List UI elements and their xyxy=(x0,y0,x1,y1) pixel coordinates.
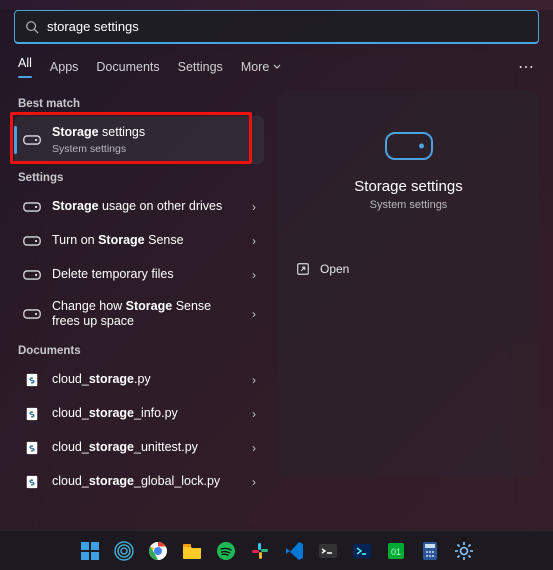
taskbar-app-broadcast[interactable] xyxy=(110,537,138,565)
chevron-right-icon: › xyxy=(252,441,256,455)
result-title: cloud_storage_global_lock.py xyxy=(52,474,242,490)
tab-apps[interactable]: Apps xyxy=(50,60,79,74)
settings-result[interactable]: Storage usage on other drives › xyxy=(14,190,264,224)
result-title: cloud_storage.py xyxy=(52,372,242,388)
taskbar-app-matrix[interactable]: 01 xyxy=(382,537,410,565)
taskbar-app-chrome[interactable] xyxy=(144,537,172,565)
svg-text:01: 01 xyxy=(390,547,400,557)
chevron-right-icon: › xyxy=(252,407,256,421)
tab-more[interactable]: More xyxy=(241,60,281,74)
preview-title: Storage settings xyxy=(354,178,462,195)
document-result[interactable]: cloud_storage_unittest.py › xyxy=(14,431,264,465)
chevron-right-icon: › xyxy=(252,268,256,282)
taskbar-app-explorer[interactable] xyxy=(178,537,206,565)
python-file-icon xyxy=(22,404,42,424)
preview-subtitle: System settings xyxy=(370,199,448,211)
best-match-result[interactable]: Storage settings System settings xyxy=(14,116,264,164)
section-documents: Documents xyxy=(18,345,260,357)
open-icon xyxy=(296,262,310,276)
search-box[interactable] xyxy=(14,10,539,44)
document-result[interactable]: cloud_storage.py › xyxy=(14,363,264,397)
chevron-right-icon: › xyxy=(252,307,256,321)
python-file-icon xyxy=(22,472,42,492)
search-icon xyxy=(25,20,39,34)
result-title: Turn on Storage Sense xyxy=(52,233,242,249)
drive-icon xyxy=(22,197,42,217)
tab-documents[interactable]: Documents xyxy=(96,60,159,74)
taskbar: 01 xyxy=(0,530,553,570)
drive-icon xyxy=(22,231,42,251)
drive-icon xyxy=(22,265,42,285)
taskbar-app-spotify[interactable] xyxy=(212,537,240,565)
settings-result[interactable]: Turn on Storage Sense › xyxy=(14,224,264,258)
tab-settings[interactable]: Settings xyxy=(178,60,223,74)
tab-more-label: More xyxy=(241,60,269,74)
result-title: Change how Storage Sense frees up space xyxy=(52,299,242,330)
result-title: Storage usage on other drives xyxy=(52,199,242,215)
document-result[interactable]: cloud_storage_info.py › xyxy=(14,397,264,431)
overflow-menu[interactable]: ⋯ xyxy=(518,57,535,77)
taskbar-app-settings[interactable] xyxy=(450,537,478,565)
python-file-icon xyxy=(22,370,42,390)
result-title: cloud_storage_info.py xyxy=(52,406,242,422)
chevron-right-icon: › xyxy=(252,475,256,489)
taskbar-app-powershell[interactable] xyxy=(348,537,376,565)
taskbar-app-calc[interactable] xyxy=(416,537,444,565)
drive-icon xyxy=(22,304,42,324)
taskbar-app-terminal[interactable] xyxy=(314,537,342,565)
preview-pane: Storage settings System settings Open xyxy=(278,90,539,476)
filter-tabs: All Apps Documents Settings More ⋯ xyxy=(0,44,553,86)
settings-result[interactable]: Delete temporary files › xyxy=(14,258,264,292)
open-action[interactable]: Open xyxy=(294,256,523,282)
result-title: cloud_storage_unittest.py xyxy=(52,440,242,456)
taskbar-app-vscode[interactable] xyxy=(280,537,308,565)
storage-icon xyxy=(385,132,433,160)
chevron-down-icon xyxy=(273,63,281,71)
settings-result[interactable]: Change how Storage Sense frees up space … xyxy=(14,292,264,337)
section-settings: Settings xyxy=(18,172,260,184)
best-match-title: Storage settings xyxy=(52,125,256,141)
document-result[interactable]: cloud_storage_global_lock.py › xyxy=(14,465,264,499)
taskbar-app-slack[interactable] xyxy=(246,537,274,565)
chevron-right-icon: › xyxy=(252,234,256,248)
chevron-right-icon: › xyxy=(252,200,256,214)
drive-icon xyxy=(22,130,42,150)
result-title: Delete temporary files xyxy=(52,267,242,283)
open-label: Open xyxy=(320,262,349,276)
search-input[interactable] xyxy=(47,19,528,34)
tab-all[interactable]: All xyxy=(18,56,32,78)
section-best-match: Best match xyxy=(18,98,260,110)
start-button[interactable] xyxy=(76,537,104,565)
chevron-right-icon: › xyxy=(252,373,256,387)
best-match-subtitle: System settings xyxy=(52,143,256,155)
python-file-icon xyxy=(22,438,42,458)
